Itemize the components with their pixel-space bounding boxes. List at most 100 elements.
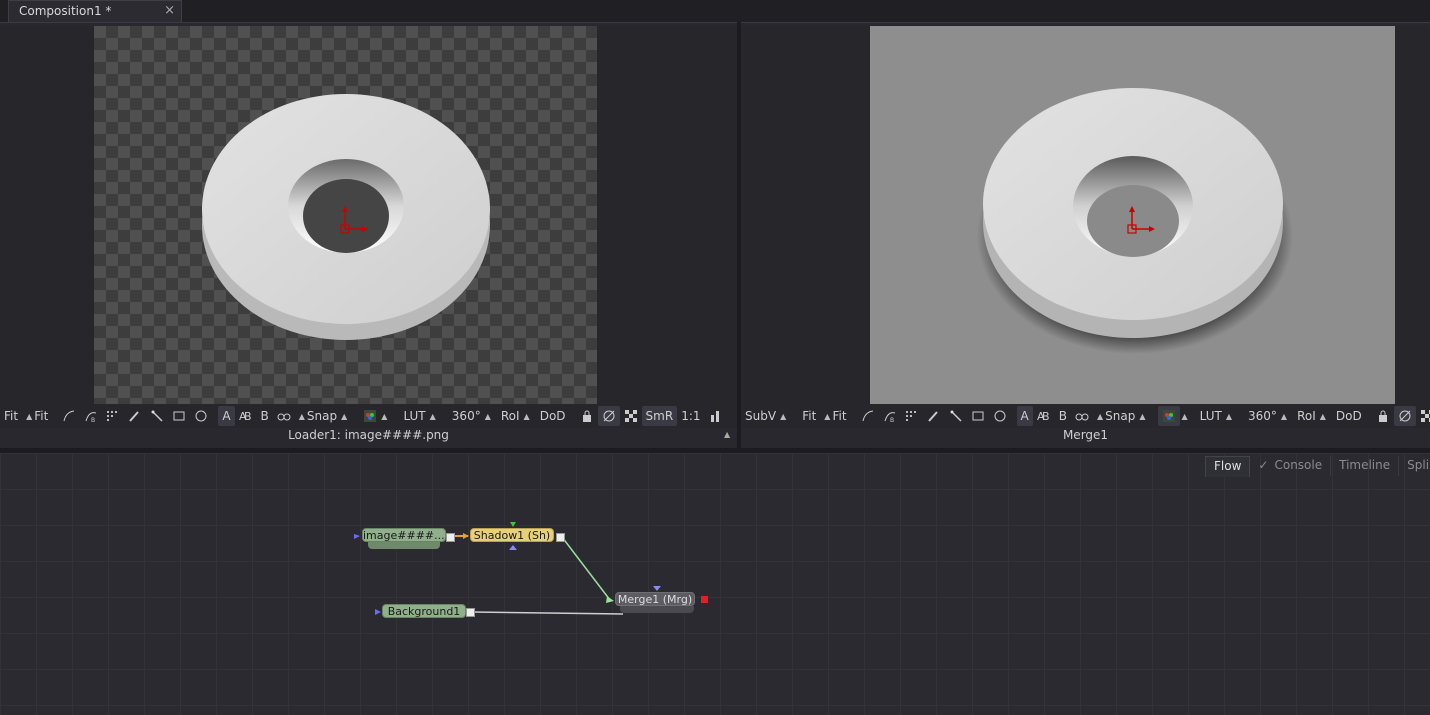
polyline-tool-icon[interactable] bbox=[857, 406, 879, 426]
viewer-right[interactable] bbox=[741, 26, 1430, 404]
ellipse-tool-icon[interactable] bbox=[190, 406, 212, 426]
meter-icon[interactable] bbox=[705, 406, 727, 426]
chevron-up-icon: ▲ bbox=[381, 411, 388, 421]
brush-icon[interactable] bbox=[923, 406, 945, 426]
svg-text:B: B bbox=[91, 417, 95, 423]
smr-button[interactable]: SmR bbox=[641, 406, 678, 426]
polyline-tool-icon[interactable] bbox=[58, 406, 80, 426]
360-dropdown[interactable]: 360° ▲ bbox=[1244, 406, 1293, 426]
chevron-up-icon: ▲ bbox=[1139, 411, 1146, 421]
tab-console-label: Console bbox=[1274, 458, 1323, 472]
brush-icon[interactable] bbox=[124, 406, 146, 426]
ellipse-tool-icon[interactable] bbox=[989, 406, 1011, 426]
chevron-up-icon: ▲ bbox=[780, 411, 787, 421]
buffer-a-button[interactable]: A bbox=[1016, 406, 1033, 426]
fit-button[interactable]: Fit bbox=[0, 406, 22, 426]
node-output-port[interactable] bbox=[466, 608, 475, 617]
chevron-up-icon: ▲ bbox=[429, 411, 436, 421]
node-output-port[interactable] bbox=[556, 533, 565, 542]
chevron-up-icon: ▲ bbox=[341, 411, 348, 421]
chevron-up-icon: ▲ bbox=[1280, 411, 1288, 421]
subv-label: SubV bbox=[745, 409, 777, 423]
paint-grid-icon[interactable] bbox=[102, 406, 124, 426]
viewer-right-toolbar: SubV ▲ Fit ▲ Fit B A AB B ▲ Snap ▲ ▲ LUT ▲ 36… bbox=[741, 404, 1430, 428]
dod-button[interactable]: DoD bbox=[536, 406, 570, 426]
ab-split-icon[interactable]: AB bbox=[1033, 406, 1055, 426]
viewer-left-label: Loader1: image####.png bbox=[288, 428, 449, 442]
flow-node-editor[interactable] bbox=[0, 453, 1430, 715]
tab-timeline[interactable]: Timeline bbox=[1331, 456, 1400, 476]
stereo-icon[interactable] bbox=[273, 406, 295, 426]
buffer-b-button[interactable]: B bbox=[1055, 406, 1071, 426]
node-merge1-preview[interactable] bbox=[620, 606, 694, 613]
viewer-left-toolbar: Fit ▲ Fit B A AB B ▲ Snap ▲ ▲ LUT ▲ 360° ▲ Ro… bbox=[0, 404, 737, 428]
close-icon[interactable]: × bbox=[164, 3, 175, 18]
roi-label: RoI bbox=[500, 409, 520, 423]
snap-label: Snap bbox=[306, 409, 338, 423]
buffer-b-button[interactable]: B bbox=[257, 406, 273, 426]
bspline-tool-icon[interactable]: B bbox=[879, 406, 901, 426]
node-loader1-preview[interactable] bbox=[368, 542, 440, 549]
roi-dropdown[interactable]: RoI ▲ bbox=[497, 406, 536, 426]
check-circle-icon: ✓ bbox=[1258, 458, 1269, 472]
viewer-left[interactable] bbox=[0, 26, 737, 404]
snap-dropdown[interactable]: ▲ Snap ▲ bbox=[295, 406, 354, 426]
chevron-up-icon: ▲ bbox=[824, 411, 831, 421]
tab-spline[interactable]: Splin bbox=[1399, 456, 1430, 476]
roi-dropdown[interactable]: RoI ▲ bbox=[1293, 406, 1332, 426]
snap-dropdown[interactable]: ▲ Snap ▲ bbox=[1093, 406, 1152, 426]
fit-button[interactable]: Fit bbox=[798, 406, 820, 426]
stereo-icon[interactable] bbox=[1071, 406, 1093, 426]
chevron-up-icon: ▲ bbox=[298, 411, 305, 421]
one-to-one-button[interactable]: 1:1 bbox=[677, 406, 704, 426]
fit-dropdown[interactable]: ▲ Fit bbox=[820, 406, 850, 426]
svg-text:B: B bbox=[890, 417, 894, 423]
tab-label: Composition1 * bbox=[19, 4, 112, 18]
magic-wand-icon[interactable] bbox=[945, 406, 967, 426]
chevron-up-icon[interactable]: ▲ bbox=[1182, 412, 1188, 421]
subv-dropdown[interactable]: SubV ▲ bbox=[741, 406, 792, 426]
tab-console[interactable]: ✓ Console bbox=[1250, 456, 1332, 476]
lock-icon[interactable] bbox=[1372, 406, 1394, 426]
node-background1[interactable]: Background1 bbox=[382, 604, 466, 618]
svg-text:B: B bbox=[244, 410, 252, 423]
color-channel-icon[interactable]: ▲ bbox=[359, 406, 393, 426]
svg-text:B: B bbox=[1042, 410, 1050, 423]
image-preview-left bbox=[202, 94, 490, 340]
swap-icon[interactable] bbox=[733, 406, 738, 426]
lut-dropdown[interactable]: LUT ▲ bbox=[1196, 406, 1238, 426]
rectangle-tool-icon[interactable] bbox=[967, 406, 989, 426]
snap-label: Snap bbox=[1105, 409, 1136, 423]
tab-flow[interactable]: Flow bbox=[1205, 456, 1251, 477]
bspline-tool-icon[interactable]: B bbox=[80, 406, 102, 426]
node-merge1[interactable]: Merge1 (Mrg) bbox=[615, 592, 695, 606]
chevron-up-icon[interactable]: ▲ bbox=[724, 430, 730, 439]
node-loader1[interactable]: image####.... bbox=[362, 528, 448, 542]
paint-grid-icon[interactable] bbox=[901, 406, 923, 426]
chevron-up-icon: ▲ bbox=[523, 411, 530, 421]
magic-wand-icon[interactable] bbox=[146, 406, 168, 426]
dod-button[interactable]: DoD bbox=[1332, 406, 1366, 426]
checker-toggle-icon[interactable] bbox=[1416, 406, 1430, 426]
chevron-up-icon: ▲ bbox=[484, 411, 491, 421]
lut-dropdown[interactable]: LUT ▲ bbox=[399, 406, 441, 426]
chevron-up-icon: ▲ bbox=[1319, 411, 1326, 421]
rectangle-tool-icon[interactable] bbox=[168, 406, 190, 426]
color-channel-icon[interactable] bbox=[1157, 406, 1180, 426]
360-label: 360° bbox=[1248, 409, 1277, 423]
proxy-icon[interactable] bbox=[597, 406, 620, 426]
checker-toggle-icon[interactable] bbox=[620, 406, 642, 426]
node-output-port[interactable] bbox=[446, 533, 455, 542]
chevron-up-icon: ▲ bbox=[1225, 411, 1233, 421]
lut-label: LUT bbox=[403, 409, 426, 423]
chevron-up-icon: ▲ bbox=[26, 411, 33, 421]
tab-composition1[interactable]: Composition1 * × bbox=[8, 0, 182, 22]
proxy-icon[interactable] bbox=[1393, 406, 1416, 426]
fit-dropdown[interactable]: ▲ Fit bbox=[22, 406, 52, 426]
buffer-a-button[interactable]: A bbox=[218, 406, 235, 426]
lock-icon[interactable] bbox=[576, 406, 598, 426]
360-dropdown[interactable]: 360° ▲ bbox=[448, 406, 497, 426]
ab-split-icon[interactable]: AB bbox=[235, 406, 257, 426]
lut-label: LUT bbox=[1199, 409, 1222, 423]
node-shadow1[interactable]: Shadow1 (Sh) bbox=[470, 528, 554, 542]
